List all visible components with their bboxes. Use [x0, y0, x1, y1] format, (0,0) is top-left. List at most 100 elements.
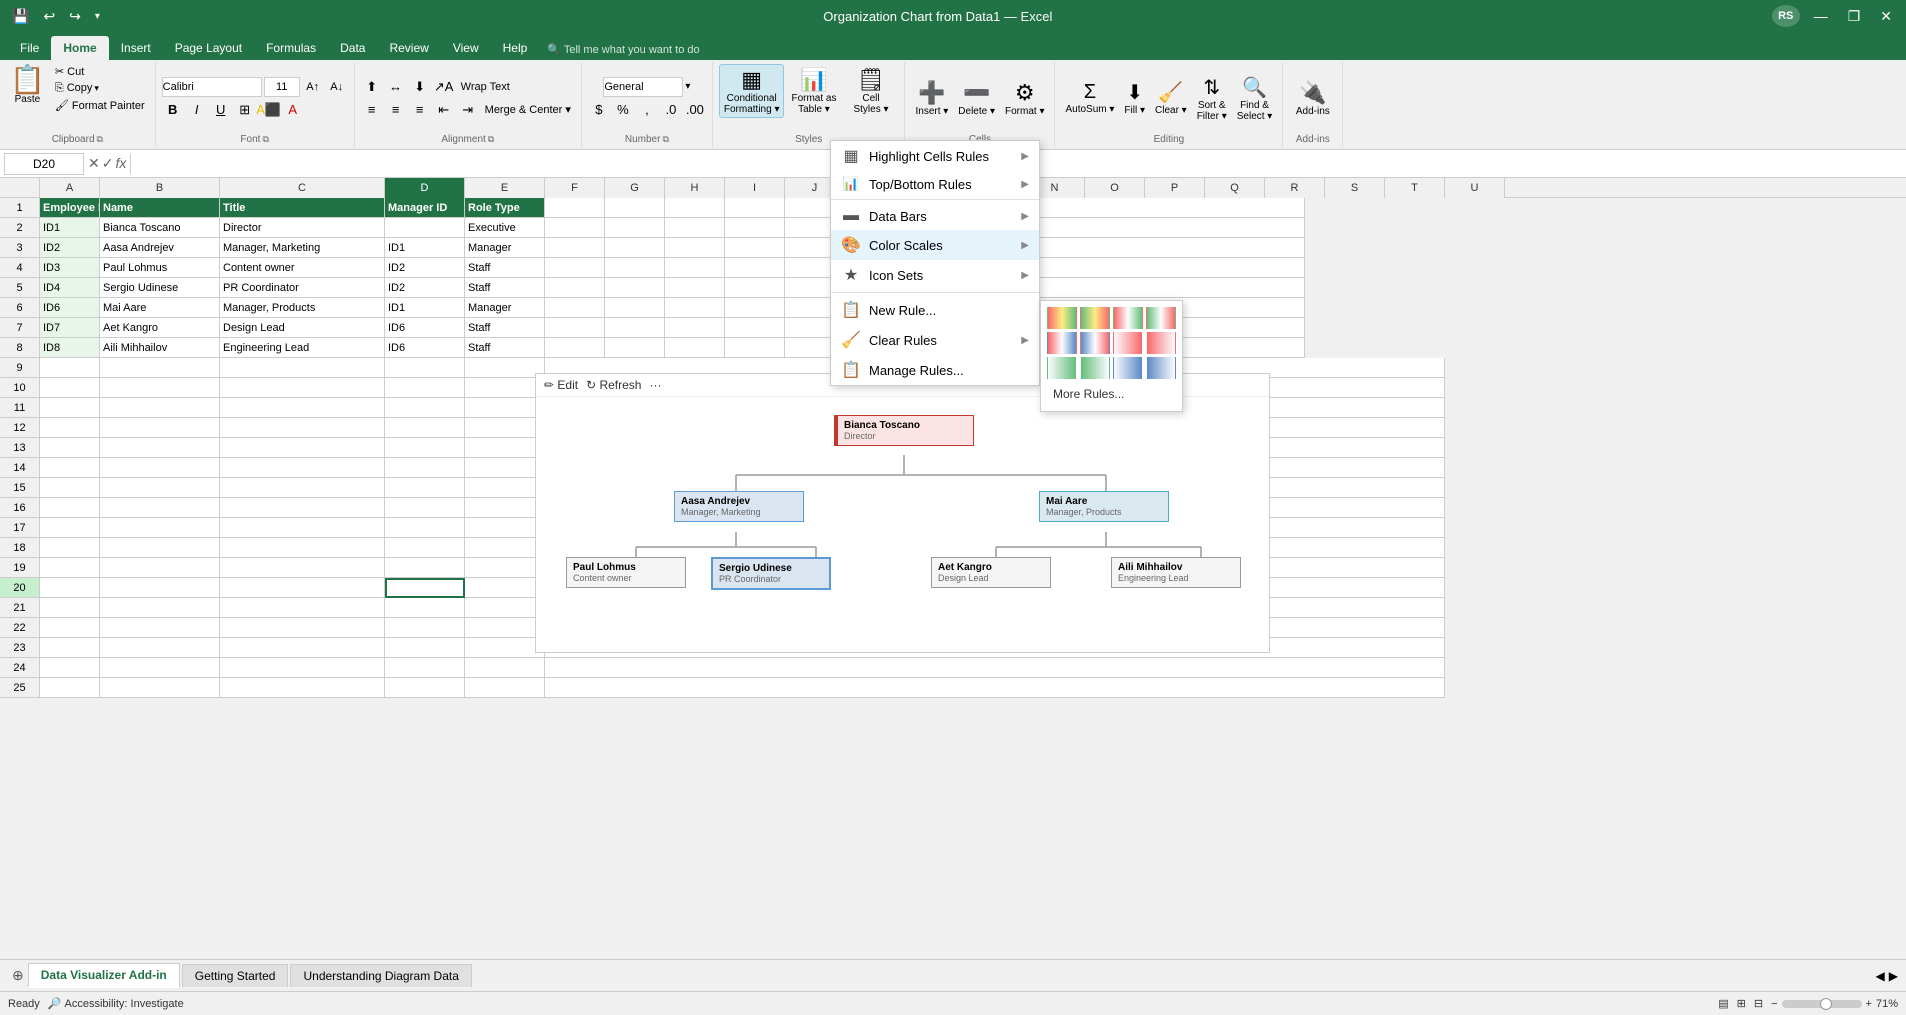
row-header-3[interactable]: 3 — [0, 238, 40, 258]
cell-styles-button[interactable]: 🗒 CellStyles ▾ — [843, 64, 898, 118]
col-header-r[interactable]: R — [1265, 178, 1325, 198]
cell-b20[interactable] — [100, 578, 220, 598]
data-bars-item[interactable]: ▬ Data Bars ▶ — [831, 202, 1039, 230]
align-bottom-button[interactable]: ⬇ — [409, 77, 431, 97]
org-node-sergio[interactable]: Sergio Udinese PR Coordinator — [711, 557, 831, 590]
redo-icon[interactable]: ↪ — [65, 6, 85, 27]
cell-a20[interactable] — [40, 578, 100, 598]
more-color-rules-button[interactable]: More Rules... — [1047, 383, 1176, 405]
col-header-f[interactable]: F — [545, 178, 605, 198]
org-node-mai[interactable]: Mai Aare Manager, Products — [1039, 491, 1169, 522]
cell-b3[interactable]: Aasa Andrejev — [100, 238, 220, 258]
scroll-left-button[interactable]: ◀ — [1876, 969, 1885, 983]
format-button[interactable]: ⚙ Format ▾ — [1001, 71, 1048, 125]
cell-d2[interactable] — [385, 218, 465, 238]
cell-i6[interactable] — [725, 298, 785, 318]
cell-g1[interactable] — [605, 198, 665, 218]
col-header-q[interactable]: Q — [1205, 178, 1265, 198]
highlight-cells-rules-item[interactable]: ▦ Highlight Cells Rules ▶ — [831, 141, 1039, 171]
angle-text-button[interactable]: ↗A — [433, 77, 455, 97]
cell-d5[interactable]: ID2 — [385, 278, 465, 298]
cell-g3[interactable] — [605, 238, 665, 258]
row-header-2[interactable]: 2 — [0, 218, 40, 238]
minimize-button[interactable]: — — [1808, 6, 1834, 26]
increase-decimal-button[interactable]: .00 — [684, 100, 706, 120]
col-header-b[interactable]: B — [100, 178, 220, 198]
cell-b8[interactable]: Aili Mihhailov — [100, 338, 220, 358]
manage-rules-item[interactable]: 📋 Manage Rules... — [831, 355, 1039, 385]
row-header-6[interactable]: 6 — [0, 298, 40, 318]
cell-g6[interactable] — [605, 298, 665, 318]
color-scales-item[interactable]: 🎨 Color Scales ▶ — [831, 230, 1039, 260]
color-scale-5[interactable] — [1047, 332, 1077, 354]
org-node-paul[interactable]: Paul Lohmus Content owner — [566, 557, 686, 588]
page-break-view-icon[interactable]: ⊟ — [1754, 997, 1763, 1010]
format-painter-button[interactable]: 🖌 Format Painter — [51, 98, 149, 113]
color-scale-6[interactable] — [1080, 332, 1110, 354]
cell-a2[interactable]: ID1 — [40, 218, 100, 238]
cell-e1[interactable]: Role Type — [465, 198, 545, 218]
color-scale-11[interactable] — [1113, 357, 1143, 379]
color-scale-9[interactable] — [1047, 357, 1077, 379]
col-header-c[interactable]: C — [220, 178, 385, 198]
cell-c20[interactable] — [220, 578, 385, 598]
number-format-dropdown[interactable]: ▾ — [685, 81, 690, 92]
cell-b5[interactable]: Sergio Udinese — [100, 278, 220, 298]
cell-c5[interactable]: PR Coordinator — [220, 278, 385, 298]
zoom-slider[interactable] — [1782, 1000, 1862, 1008]
fill-button[interactable]: ⬇ Fill ▾ — [1120, 71, 1149, 125]
align-left-button[interactable]: ≡ — [361, 100, 383, 120]
color-scale-3[interactable] — [1113, 307, 1143, 329]
cell-e5[interactable]: Staff — [465, 278, 545, 298]
increase-font-icon[interactable]: A↑ — [302, 77, 324, 97]
cell-c3[interactable]: Manager, Marketing — [220, 238, 385, 258]
fill-color-button[interactable]: A⬛ — [258, 100, 280, 120]
accessibility-status[interactable]: 🔎 Accessibility: Investigate — [48, 997, 184, 1010]
confirm-formula-icon[interactable]: ✓ — [102, 155, 114, 172]
cell-e2[interactable]: Executive — [465, 218, 545, 238]
user-avatar[interactable]: RS — [1772, 5, 1800, 27]
zoom-level[interactable]: 71% — [1876, 998, 1898, 1010]
cell-g5[interactable] — [605, 278, 665, 298]
tab-insert[interactable]: Insert — [109, 36, 163, 60]
autosum-button[interactable]: Σ AutoSum ▾ — [1061, 71, 1118, 125]
org-node-aet[interactable]: Aet Kangro Design Lead — [931, 557, 1051, 588]
underline-button[interactable]: U — [210, 100, 232, 120]
currency-button[interactable]: $ — [588, 100, 610, 120]
cell-h2[interactable] — [665, 218, 725, 238]
cell-e8[interactable]: Staff — [465, 338, 545, 358]
icon-sets-item[interactable]: ★ Icon Sets ▶ — [831, 260, 1039, 290]
zoom-out-button[interactable]: − — [1771, 998, 1777, 1010]
align-middle-button[interactable]: ↔ — [385, 77, 407, 97]
cell-reference-input[interactable] — [4, 153, 84, 175]
new-rule-item[interactable]: 📋 New Rule... — [831, 295, 1039, 325]
cell-i4[interactable] — [725, 258, 785, 278]
top-bottom-rules-item[interactable]: 📊 Top/Bottom Rules ▶ — [831, 171, 1039, 197]
tab-page-layout[interactable]: Page Layout — [163, 36, 254, 60]
cell-i7[interactable] — [725, 318, 785, 338]
tab-formulas[interactable]: Formulas — [254, 36, 328, 60]
cell-i2[interactable] — [725, 218, 785, 238]
cell-d1[interactable]: Manager ID — [385, 198, 465, 218]
cell-f5[interactable] — [545, 278, 605, 298]
col-header-u[interactable]: U — [1445, 178, 1505, 198]
clear-rules-item[interactable]: 🧹 Clear Rules ▶ — [831, 325, 1039, 355]
cell-f3[interactable] — [545, 238, 605, 258]
cell-h8[interactable] — [665, 338, 725, 358]
save-icon[interactable]: 💾 — [8, 6, 33, 27]
cell-a7[interactable]: ID7 — [40, 318, 100, 338]
cell-f1[interactable] — [545, 198, 605, 218]
font-name-input[interactable] — [162, 77, 262, 97]
cell-h7[interactable] — [665, 318, 725, 338]
cell-a1[interactable]: Employee ID — [40, 198, 100, 218]
font-size-input[interactable] — [264, 77, 300, 97]
col-header-a[interactable]: A — [40, 178, 100, 198]
page-layout-view-icon[interactable]: ⊞ — [1737, 997, 1746, 1010]
cell-a4[interactable]: ID3 — [40, 258, 100, 278]
align-top-button[interactable]: ⬆ — [361, 77, 383, 97]
refresh-button[interactable]: ↻ Refresh — [586, 378, 641, 392]
close-button[interactable]: ✕ — [1874, 6, 1898, 27]
cell-i1[interactable] — [725, 198, 785, 218]
row-header-8[interactable]: 8 — [0, 338, 40, 358]
cell-h4[interactable] — [665, 258, 725, 278]
